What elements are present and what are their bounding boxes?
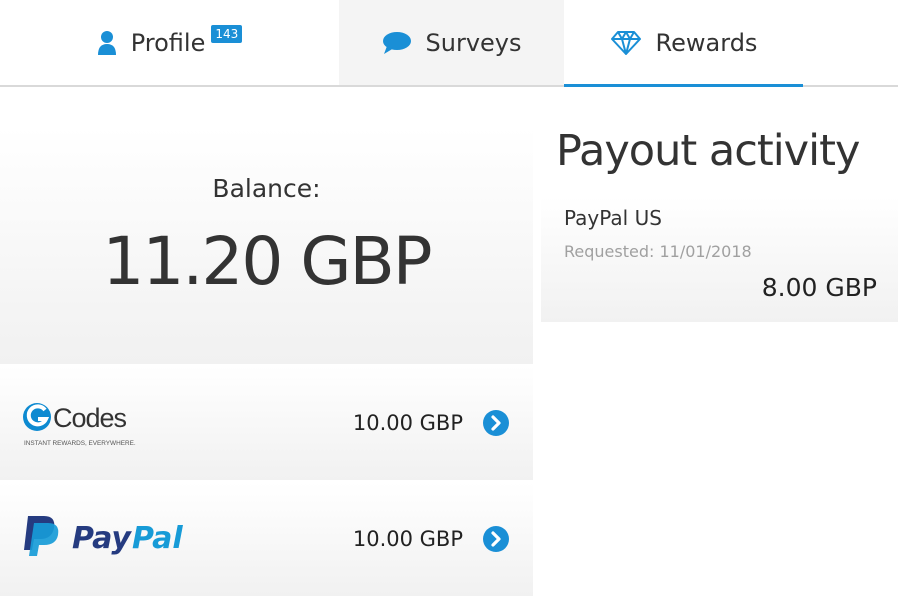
balance-amount: 11.20 GBP	[102, 223, 432, 300]
tab-profile-label: Profile	[130, 28, 206, 57]
payout-activity-title: Payout activity	[556, 126, 860, 176]
payout-requested-date: Requested: 11/01/2018	[564, 242, 752, 261]
gcodes-logo: Codes INSTANT REWARDS, EVERYWHERE.	[22, 396, 152, 452]
tab-profile[interactable]: Profile 143	[0, 0, 339, 85]
notification-badge: 143	[211, 24, 243, 43]
user-icon	[97, 30, 117, 56]
svg-text:Pal: Pal	[132, 521, 183, 556]
reward-option-gcodes[interactable]: Codes INSTANT REWARDS, EVERYWHERE. 10.00…	[0, 366, 533, 480]
payout-amount: 8.00 GBP	[761, 273, 877, 302]
tab-rewards-label: Rewards	[655, 28, 758, 57]
reward-option-paypal[interactable]: Pay Pal 10.00 GBP	[0, 482, 533, 596]
payout-item: PayPal US Requested: 11/01/2018 8.00 GBP	[541, 196, 898, 322]
tab-surveys-label: Surveys	[425, 28, 522, 57]
tab-bar: Profile 143 Surveys Rewards	[0, 0, 898, 87]
svg-text:INSTANT REWARDS, EVERYWHERE.: INSTANT REWARDS, EVERYWHERE.	[24, 440, 136, 447]
reward-amount: 10.00 GBP	[352, 411, 463, 435]
chevron-right-circle-icon[interactable]	[483, 526, 509, 552]
paypal-logo: Pay Pal	[22, 512, 202, 566]
diamond-icon	[610, 30, 642, 56]
chevron-right-circle-icon[interactable]	[483, 410, 509, 436]
speech-bubble-icon	[382, 31, 412, 55]
balance-panel: Balance: 11.20 GBP	[0, 127, 533, 364]
reward-amount: 10.00 GBP	[352, 527, 463, 551]
tab-rewards[interactable]: Rewards	[564, 0, 803, 87]
svg-text:Codes: Codes	[53, 403, 127, 433]
tab-surveys[interactable]: Surveys	[339, 0, 564, 85]
payout-method: PayPal US	[564, 206, 662, 230]
balance-label: Balance:	[212, 174, 321, 203]
svg-text:Pay: Pay	[72, 521, 132, 556]
